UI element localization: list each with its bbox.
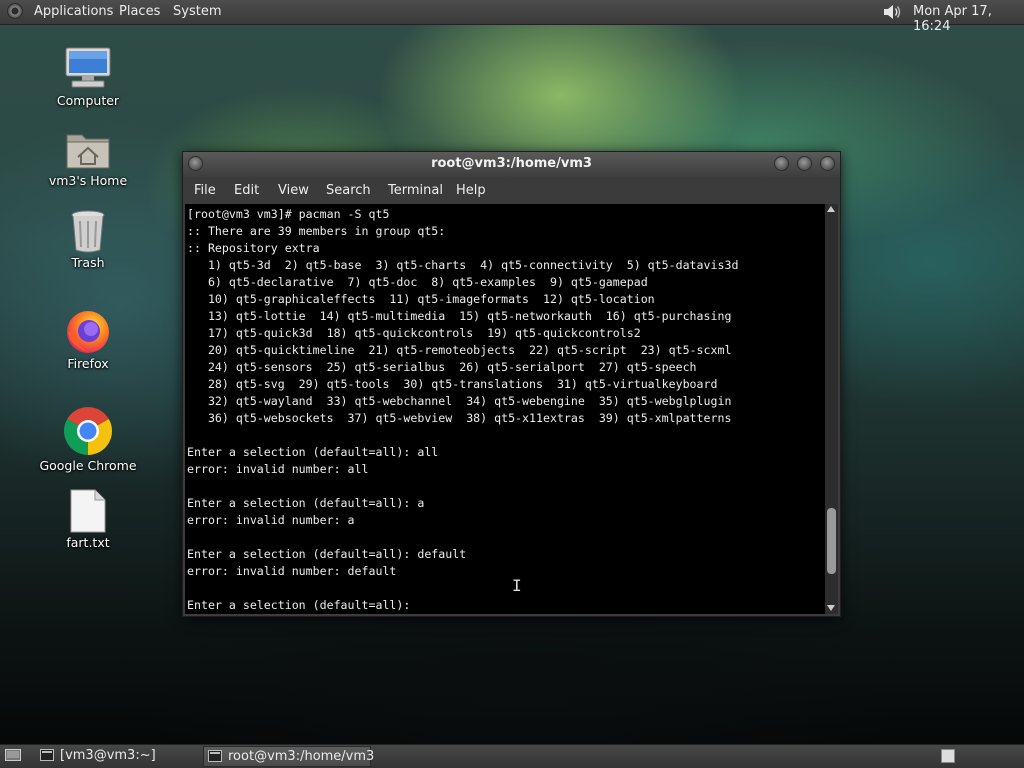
terminal-icon bbox=[208, 750, 222, 762]
taskbar-item-label: root@vm3:/home/vm3 bbox=[228, 749, 375, 764]
taskbar-item-label: [vm3@vm3:~] bbox=[60, 748, 156, 763]
window-menu-button[interactable] bbox=[188, 156, 203, 171]
taskbar-item-active[interactable]: root@vm3:/home/vm3 bbox=[203, 746, 375, 767]
window-title: root@vm3:/home/vm3 bbox=[431, 156, 592, 171]
menu-view[interactable]: View bbox=[278, 183, 309, 198]
trash-icon bbox=[68, 209, 108, 253]
terminal-icon bbox=[40, 749, 54, 761]
desktop-icon-computer[interactable]: Computer bbox=[33, 47, 143, 108]
menu-search[interactable]: Search bbox=[326, 183, 371, 198]
desktop-icon-firefox[interactable]: Firefox bbox=[33, 308, 143, 371]
distro-logo-icon[interactable] bbox=[7, 3, 23, 19]
scrollbar-thumb[interactable] bbox=[827, 508, 836, 574]
clock[interactable]: Mon Apr 17, 16:24 bbox=[913, 4, 1024, 34]
window-titlebar[interactable]: root@vm3:/home/vm3 bbox=[183, 152, 840, 177]
desktop-icon-fart-txt[interactable]: fart.txt bbox=[33, 489, 143, 550]
desktop-icon-label: Trash bbox=[71, 255, 105, 270]
chrome-icon bbox=[63, 406, 113, 456]
top-panel: Applications Places System Mon Apr 17, 1… bbox=[0, 0, 1024, 34]
desktop-icon-label: fart.txt bbox=[66, 535, 110, 550]
menu-file[interactable]: File bbox=[194, 183, 216, 198]
maximize-button[interactable] bbox=[797, 156, 812, 171]
taskbar-item[interactable]: [vm3@vm3:~] bbox=[36, 746, 198, 767]
desktop-icon-label: vm3's Home bbox=[48, 173, 128, 188]
computer-icon bbox=[64, 47, 112, 91]
scroll-down-arrow-icon[interactable] bbox=[827, 605, 835, 611]
menu-help[interactable]: Help bbox=[456, 183, 486, 198]
text-file-icon bbox=[69, 489, 107, 533]
desktop-icon-chrome[interactable]: Google Chrome bbox=[33, 406, 143, 473]
places-menu[interactable]: Places bbox=[119, 4, 160, 19]
scroll-up-arrow-icon[interactable] bbox=[827, 206, 835, 212]
home-folder-icon bbox=[64, 129, 112, 171]
terminal-menubar: File Edit View Search Terminal Help bbox=[183, 177, 840, 204]
menu-edit[interactable]: Edit bbox=[234, 183, 259, 198]
close-button[interactable] bbox=[820, 156, 835, 171]
desktop-icon-label: Firefox bbox=[67, 356, 109, 371]
show-desktop-icon[interactable] bbox=[5, 749, 21, 763]
desktop-icon-home[interactable]: vm3's Home bbox=[33, 129, 143, 188]
speaker-icon[interactable] bbox=[883, 3, 903, 25]
terminal-text: [root@vm3 vm3]# pacman -S qt5 :: There a… bbox=[187, 207, 739, 612]
desktop-icon-label: Google Chrome bbox=[39, 458, 137, 473]
workspace-switcher[interactable] bbox=[941, 749, 955, 763]
firefox-icon bbox=[64, 308, 112, 354]
terminal-output[interactable]: [root@vm3 vm3]# pacman -S qt5 :: There a… bbox=[185, 204, 825, 614]
desktop-icon-trash[interactable]: Trash bbox=[33, 209, 143, 270]
menu-terminal[interactable]: Terminal bbox=[388, 183, 443, 198]
terminal-scrollbar[interactable] bbox=[825, 204, 838, 614]
text-cursor-icon: I bbox=[512, 576, 522, 595]
bottom-panel: [vm3@vm3:~] root@vm3:/home/vm3 bbox=[0, 744, 1024, 768]
minimize-button[interactable] bbox=[774, 156, 789, 171]
applications-menu[interactable]: Applications bbox=[34, 4, 113, 19]
terminal-window[interactable]: root@vm3:/home/vm3 File Edit View Search… bbox=[182, 151, 841, 617]
desktop-icon-label: Computer bbox=[56, 93, 120, 108]
system-menu[interactable]: System bbox=[173, 4, 221, 19]
